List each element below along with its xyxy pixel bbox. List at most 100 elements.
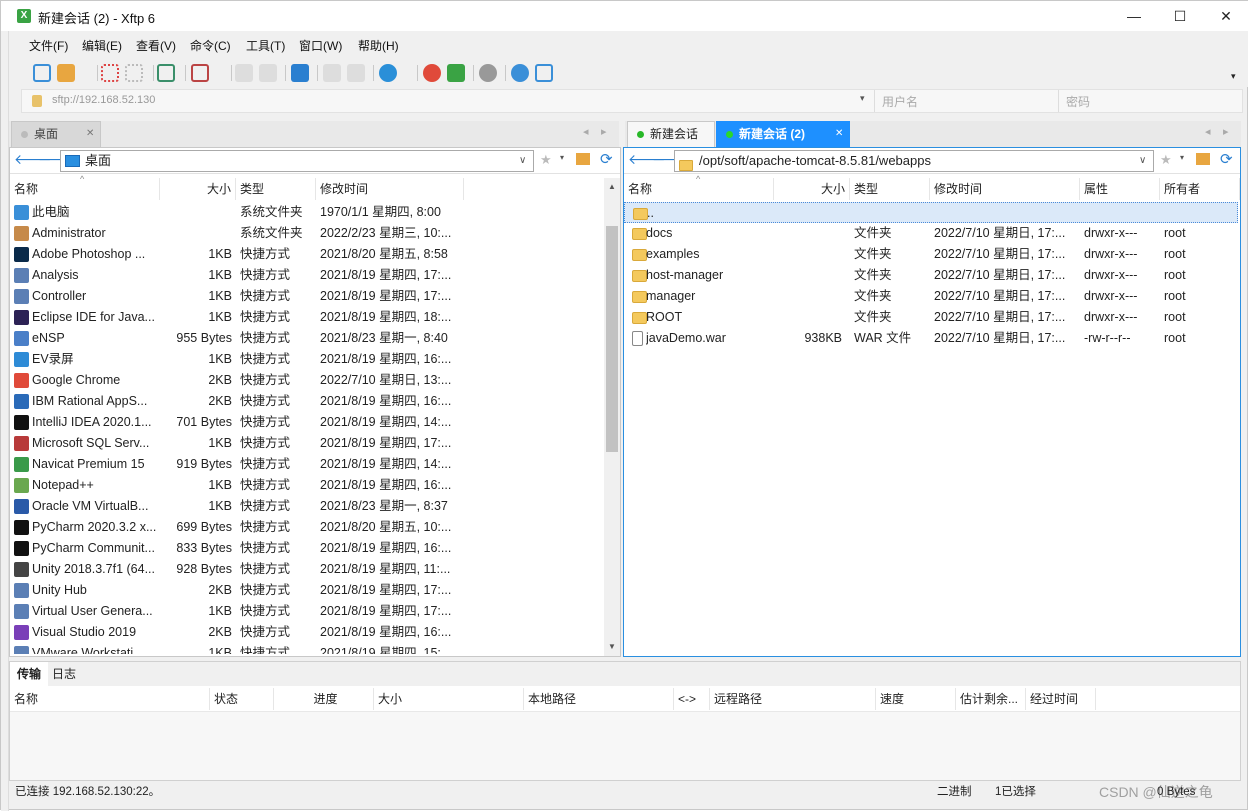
list-item[interactable]: Google Chrome 2KB 快捷方式 2022/7/10 星期日, 13:..…	[10, 370, 604, 391]
col-size[interactable]: 大小	[374, 688, 524, 710]
col-status[interactable]: 状态	[210, 688, 274, 710]
list-item[interactable]: IntelliJ IDEA 2020.1... 701 Bytes 快捷方式 2021…	[10, 412, 604, 433]
list-item[interactable]: Controller 1KB 快捷方式 2021/8/19 星期四, 17:...	[10, 286, 604, 307]
bookmark-dropdown-icon[interactable]: ▾	[1180, 153, 1184, 162]
list-item[interactable]: IBM Rational AppS... 2KB 快捷方式 2021/8/19 星期四…	[10, 391, 604, 412]
menu-tools[interactable]: 工具(T)	[246, 37, 285, 54]
transfer-icon[interactable]	[191, 64, 209, 82]
list-item[interactable]: Administrator 系统文件夹 2022/2/23 星期三, 10:...	[10, 223, 604, 244]
list-item[interactable]: 此电脑 系统文件夹 1970/1/1 星期四, 8:00	[10, 202, 604, 223]
list-item[interactable]: ROOT 文件夹 2022/7/10 星期日, 17:... drwxr-x--- ro…	[624, 307, 1238, 328]
list-item[interactable]: VMware Workstati... 1KB 快捷方式 2021/8/19 星期四,…	[10, 643, 604, 654]
list-item[interactable]: Notepad++ 1KB 快捷方式 2021/8/19 星期四, 16:...	[10, 475, 604, 496]
disconnect-icon[interactable]	[101, 64, 119, 82]
list-item[interactable]: javaDemo.war 938KB WAR 文件 2022/7/10 星期日, 17…	[624, 328, 1238, 349]
tab-session-2[interactable]: 新建会话 (2) ✕	[716, 121, 850, 147]
list-item[interactable]: Navicat Premium 15 919 Bytes 快捷方式 2021/8/19…	[10, 454, 604, 475]
list-item[interactable]: ..	[624, 202, 1238, 223]
paste-icon[interactable]	[259, 64, 277, 82]
chat-icon[interactable]	[535, 64, 553, 82]
host-dropdown-icon[interactable]: ▾	[860, 93, 865, 104]
toolbar-overflow-icon[interactable]: ▾	[1231, 71, 1236, 82]
col-local-path[interactable]: 本地路径	[524, 688, 674, 710]
tab-scroll-left-icon[interactable]: ◂	[1205, 125, 1211, 138]
refresh-icon[interactable]: ⟳	[600, 150, 613, 168]
tab-scroll-right-icon[interactable]: ▸	[601, 125, 607, 138]
close-button[interactable]: ✕	[1203, 1, 1248, 31]
tab-transfer[interactable]: 传输	[10, 662, 48, 686]
menu-view[interactable]: 查看(V)	[136, 37, 176, 54]
password-input[interactable]: 密码	[1066, 93, 1236, 110]
bookmark-star-icon[interactable]: ★	[540, 152, 552, 168]
menu-command[interactable]: 命令(C)	[190, 37, 231, 54]
col-remote-path[interactable]: 远程路径	[710, 688, 876, 710]
menu-edit[interactable]: 编辑(E)	[82, 37, 122, 54]
col-size[interactable]: 大小	[774, 178, 850, 200]
scroll-thumb[interactable]	[606, 226, 618, 452]
list-item[interactable]: manager 文件夹 2022/7/10 星期日, 17:... drwxr-x--…	[624, 286, 1238, 307]
path-dropdown-icon[interactable]: ∨	[519, 151, 526, 171]
help-icon[interactable]	[511, 64, 529, 82]
menu-window[interactable]: 窗口(W)	[299, 37, 342, 54]
local-scrollbar[interactable]: ▲ ▼	[604, 178, 620, 656]
tab-close-icon[interactable]: ✕	[835, 122, 843, 146]
col-progress[interactable]: 进度	[274, 688, 374, 710]
scroll-up-icon[interactable]: ▲	[608, 182, 616, 191]
list-item[interactable]: Visual Studio 2019 2KB 快捷方式 2021/8/19 星期四, …	[10, 622, 604, 643]
bookmark-star-icon[interactable]: ★	[1160, 152, 1172, 168]
list-item[interactable]: Unity 2018.3.7f1 (64... 928 Bytes 快捷方式 2021…	[10, 559, 604, 580]
list-item[interactable]: Analysis 1KB 快捷方式 2021/8/19 星期四, 17:...	[10, 265, 604, 286]
properties-icon[interactable]	[157, 64, 175, 82]
new-session-icon[interactable]	[33, 64, 51, 82]
local-path-input[interactable]: 桌面 ∨	[60, 150, 534, 172]
path-dropdown-icon[interactable]: ∨	[1139, 151, 1146, 171]
list-item[interactable]: host-manager 文件夹 2022/7/10 星期日, 17:... drwx…	[624, 265, 1238, 286]
tab-log[interactable]: 日志	[52, 662, 82, 686]
col-type[interactable]: 类型	[236, 178, 316, 200]
username-input[interactable]: 用户名	[882, 93, 1052, 110]
sync-icon[interactable]	[291, 64, 309, 82]
tab-close-icon[interactable]: ✕	[86, 122, 94, 146]
col-modified[interactable]: 修改时间	[930, 178, 1080, 200]
tab-scroll-left-icon[interactable]: ◂	[583, 125, 589, 138]
list-item[interactable]: PyCharm 2020.3.2 x... 699 Bytes 快捷方式 2021/8…	[10, 517, 604, 538]
globe-icon[interactable]	[379, 64, 397, 82]
tile-icon[interactable]	[347, 64, 365, 82]
list-item[interactable]: Unity Hub 2KB 快捷方式 2021/8/19 星期四, 17:...	[10, 580, 604, 601]
open-folder-icon[interactable]	[57, 64, 75, 82]
list-item[interactable]: EV录屏 1KB 快捷方式 2021/8/19 星期四, 16:...	[10, 349, 604, 370]
list-item[interactable]: Oracle VM VirtualB... 1KB 快捷方式 2021/8/23 星期…	[10, 496, 604, 517]
col-transfer-name[interactable]: 名称	[10, 688, 210, 710]
col-owner[interactable]: 所有者	[1160, 178, 1240, 200]
scroll-down-icon[interactable]: ▼	[608, 642, 616, 651]
col-type[interactable]: 类型	[850, 178, 930, 200]
home-folder-icon[interactable]	[576, 153, 590, 165]
tab-session-1[interactable]: 新建会话	[627, 121, 715, 147]
list-item[interactable]: docs 文件夹 2022/7/10 星期日, 17:... drwxr-x--- ro…	[624, 223, 1238, 244]
reconnect-icon[interactable]	[125, 64, 143, 82]
bookmark-dropdown-icon[interactable]: ▾	[560, 153, 564, 162]
list-item[interactable]: Microsoft SQL Serv... 1KB 快捷方式 2021/8/19 星期…	[10, 433, 604, 454]
host-input[interactable]: sftp://192.168.52.130	[52, 94, 872, 106]
xftp-icon[interactable]	[447, 64, 465, 82]
refresh-icon[interactable]: ⟳	[1220, 150, 1233, 168]
copy-icon[interactable]	[235, 64, 253, 82]
xshell-icon[interactable]	[423, 64, 441, 82]
list-item[interactable]: Adobe Photoshop ... 1KB 快捷方式 2021/8/20 星期五,…	[10, 244, 604, 265]
col-eta[interactable]: 估计剩余...	[956, 688, 1026, 710]
tab-scroll-right-icon[interactable]: ▸	[1223, 125, 1229, 138]
tab-desktop[interactable]: 桌面 ✕	[11, 121, 101, 147]
maximize-button[interactable]: ☐	[1157, 1, 1203, 31]
home-folder-icon[interactable]	[1196, 153, 1210, 165]
minimize-button[interactable]: —	[1111, 1, 1157, 31]
list-item[interactable]: examples 文件夹 2022/7/10 星期日, 17:... drwxr-x-…	[624, 244, 1238, 265]
menu-help[interactable]: 帮助(H)	[358, 37, 399, 54]
copy-window-icon[interactable]	[323, 64, 341, 82]
transfer-mode[interactable]: 二进制	[937, 781, 972, 803]
col-elapsed[interactable]: 经过时间	[1026, 688, 1096, 710]
list-item[interactable]: Virtual User Genera... 1KB 快捷方式 2021/8/19 星…	[10, 601, 604, 622]
col-name[interactable]: 名称	[10, 178, 160, 200]
col-modified[interactable]: 修改时间	[316, 178, 464, 200]
col-speed[interactable]: 速度	[876, 688, 956, 710]
list-item[interactable]: Eclipse IDE for Java... 1KB 快捷方式 2021/8/19 …	[10, 307, 604, 328]
